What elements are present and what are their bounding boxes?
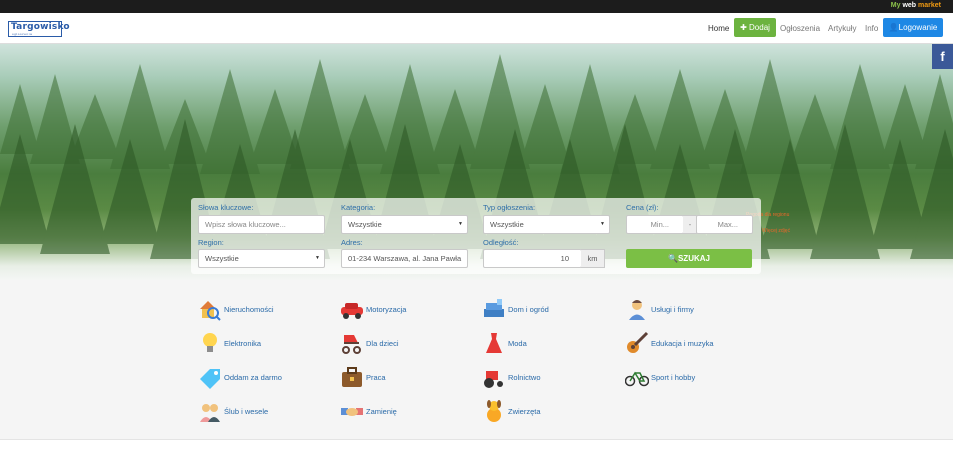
add-ad-label: Dodaj [749,23,770,32]
category-label: Sport i hobby [651,373,696,382]
price-label: Cena (zł): [626,203,659,212]
category-label: Elektronika [224,339,262,348]
chevron-down-icon: ▼ [315,255,320,261]
distance-input[interactable]: 10 [483,249,582,268]
address-label: Adres: [341,238,363,247]
brand-part-my: My [890,2,903,9]
login-button[interactable]: 👤Logowanie [883,18,943,37]
category-label: Usługi i firmy [651,305,694,314]
businessman-icon [629,300,645,320]
category-item-jobs[interactable]: Praca [340,365,470,391]
region-label: Region: [198,238,224,247]
categories-section [0,280,953,440]
category-label: Moda [508,339,527,348]
nav-articles-link[interactable]: Artykuły [828,24,856,33]
facebook-button[interactable]: f [932,44,953,69]
keywords-label: Słowa kluczowe: [198,203,254,212]
address-input[interactable]: 01-234 Warszawa, al. Jana Pawła [341,249,468,268]
price-max-input[interactable]: Max... [696,215,753,234]
category-item-automotive[interactable]: Motoryzacja [340,297,470,323]
user-icon: 👤 [888,23,899,32]
plus-icon: ✚ [740,23,750,32]
category-label: Nieruchomości [224,305,274,314]
category-label: Oddam za darmo [224,373,282,382]
category-label: Zamienię [366,407,397,416]
category-label: Praca [366,373,386,382]
ad-type-select[interactable]: Wszystkie ▼ [483,215,610,234]
nav-info-link[interactable]: Info [865,24,878,33]
facebook-icon: f [940,49,945,64]
tractor-icon [484,371,503,388]
navbar: Targowisko ogłoszenia Home ✚ Dodaj Ogłos… [0,13,953,44]
mywebmarket-badge[interactable]: My web market [891,2,941,9]
logo-subtitle: ogłoszenia [12,32,33,36]
category-label: Kategoria: [341,203,376,212]
briefcase-icon [342,367,362,387]
region-select-value: Wszystkie [205,254,239,263]
house-magnifier-icon [200,301,221,321]
nav-home-link[interactable]: Home [708,24,729,33]
category-item-sport-hobby[interactable]: Sport i hobby [625,365,755,391]
category-label: Ślub i wesele [224,407,269,416]
guitar-icon [627,331,649,353]
keywords-input[interactable]: Wpisz słowa kluczowe... [198,215,325,234]
brand-part-web: web [902,2,919,9]
search-icon: 🔍 [668,254,678,263]
category-label: Rolnictwo [508,373,541,382]
handshake-icon [341,408,363,416]
distance-unit: km [581,249,605,268]
login-label: Logowanie [898,23,938,32]
car-icon [341,303,363,319]
region-select[interactable]: Wszystkie ▼ [198,249,325,268]
sofa-icon [484,299,504,317]
bicycle-icon [625,371,649,387]
category-item-electronics[interactable]: Elektronika [198,331,328,357]
category-item-services[interactable]: Usługi i firmy [625,297,755,323]
nav-ads-link[interactable]: Ogłoszenia [780,24,820,33]
price-separator: - [683,215,697,234]
category-item-swap[interactable]: Zamienię [340,399,470,425]
dress-icon [486,333,502,353]
category-item-home-garden[interactable]: Dom i ogród [482,297,612,323]
dog-icon [487,400,501,422]
couple-icon [200,404,220,422]
tag-icon [200,369,220,389]
category-select-value: Wszystkie [348,220,382,229]
logo-title: Targowisko [11,22,70,32]
category-label: Zwierzęta [508,407,541,416]
category-label: Dom i ogród [508,305,549,314]
page-bottom [0,440,953,467]
category-item-free[interactable]: Oddam za darmo [198,365,328,391]
search-button[interactable]: 🔍SZUKAJ [626,249,752,268]
category-select[interactable]: Wszystkie ▼ [341,215,468,234]
stroller-icon [342,335,361,354]
category-label: Dla dzieci [366,339,399,348]
category-item-wedding[interactable]: Ślub i wesele [198,399,328,425]
site-logo[interactable]: Targowisko ogłoszenia [8,21,70,37]
category-label: Motoryzacja [366,305,407,314]
category-item-real-estate[interactable]: Nieruchomości [198,297,328,323]
category-label: Edukacja i muzyka [651,339,714,348]
chevron-down-icon: ▼ [458,221,463,227]
ad-type-label: Typ ogłoszenia: [483,203,536,212]
hero-link-2[interactable]: Więcej zdjęć [762,228,790,234]
lightbulb-icon [203,333,217,352]
category-item-fashion[interactable]: Moda [482,331,612,357]
price-min-input[interactable]: Min... [626,215,684,234]
brand-part-market: market [918,2,941,9]
category-item-animals[interactable]: Zwierzęta [482,399,612,425]
category-item-education-music[interactable]: Edukacja i muzyka [625,331,755,357]
add-ad-button[interactable]: ✚ Dodaj [734,18,776,37]
search-button-label: SZUKAJ [677,254,710,263]
category-item-kids[interactable]: Dla dzieci [340,331,470,357]
ad-type-select-value: Wszystkie [490,220,524,229]
category-item-agriculture[interactable]: Rolnictwo [482,365,612,391]
top-strip: My web market [0,0,953,13]
chevron-down-icon: ▼ [600,221,605,227]
distance-label: Odległość: [483,238,519,247]
